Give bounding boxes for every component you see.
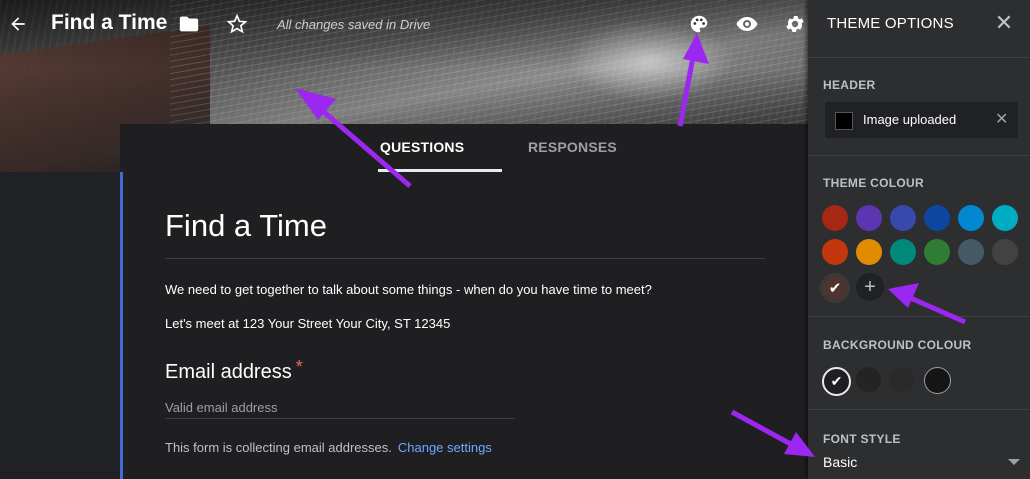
font-style-select[interactable]: Basic xyxy=(823,454,857,470)
panel-divider xyxy=(808,57,1030,58)
theme-colour-swatch[interactable] xyxy=(992,205,1018,231)
star-icon[interactable] xyxy=(223,10,251,38)
image-status-text: Image uploaded xyxy=(863,112,957,127)
panel-header: THEME OPTIONS ✕ xyxy=(808,0,1030,48)
theme-colour-swatch[interactable] xyxy=(890,239,916,265)
theme-colour-swatch[interactable] xyxy=(992,239,1018,265)
form-doc-title[interactable]: Find a Time xyxy=(51,11,167,35)
background-colour-label: BACKGROUND COLOUR xyxy=(823,338,972,352)
email-question-label: Email address * xyxy=(165,357,303,384)
collecting-text: This form is collecting email addresses. xyxy=(165,440,392,455)
theme-colour-swatch[interactable] xyxy=(856,239,882,265)
theme-colour-swatch[interactable] xyxy=(958,205,984,231)
check-icon: ✔ xyxy=(828,280,842,297)
tab-bar: QUESTIONS RESPONSES xyxy=(120,124,808,172)
theme-colour-swatch[interactable] xyxy=(924,205,950,231)
add-custom-colour-button[interactable]: + xyxy=(856,273,884,301)
header-image-chip[interactable]: Image uploaded ✕ xyxy=(825,102,1018,138)
header-section-label: HEADER xyxy=(823,78,876,92)
panel-divider xyxy=(808,316,1030,317)
arrow-back-icon[interactable] xyxy=(4,10,32,38)
form-description-line-1[interactable]: We need to get together to talk about so… xyxy=(165,282,652,297)
collecting-notice: This form is collecting email addresses.… xyxy=(165,440,492,455)
selected-theme-colour-swatch[interactable]: ✔ xyxy=(820,273,850,303)
theme-options-panel: THEME OPTIONS ✕ HEADER Image uploaded ✕ … xyxy=(808,0,1030,479)
close-icon[interactable]: ✕ xyxy=(992,11,1016,35)
image-icon xyxy=(835,112,853,130)
title-divider xyxy=(165,258,765,259)
email-label-text: Email address xyxy=(165,361,292,383)
panel-title: THEME OPTIONS xyxy=(827,15,954,32)
change-settings-link[interactable]: Change settings xyxy=(398,440,492,455)
background-colour-swatch[interactable] xyxy=(890,367,915,392)
eye-icon[interactable] xyxy=(733,10,761,38)
theme-colour-swatch[interactable] xyxy=(958,239,984,265)
background-colour-swatch[interactable] xyxy=(856,367,881,392)
theme-colour-swatch[interactable] xyxy=(822,239,848,265)
background-colour-swatch[interactable] xyxy=(924,367,951,394)
font-style-label: FONT STYLE xyxy=(823,432,901,446)
folder-icon[interactable] xyxy=(175,10,203,38)
theme-colour-swatch[interactable] xyxy=(856,205,882,231)
required-asterisk: * xyxy=(295,357,303,377)
panel-divider xyxy=(808,409,1030,410)
save-status: All changes saved in Drive xyxy=(277,17,431,32)
selected-background-colour-swatch[interactable]: ✔ xyxy=(822,367,851,396)
panel-divider xyxy=(808,155,1030,156)
tab-responses[interactable]: RESPONSES xyxy=(528,124,617,172)
theme-colour-swatch[interactable] xyxy=(890,205,916,231)
form-header-card: Find a Time We need to get together to t… xyxy=(120,172,811,479)
form-title[interactable]: Find a Time xyxy=(165,208,327,244)
palette-icon[interactable] xyxy=(685,10,713,38)
top-toolbar: Find a Time All changes saved in Drive xyxy=(0,0,808,48)
remove-image-icon[interactable]: ✕ xyxy=(995,109,1008,129)
gear-icon[interactable] xyxy=(781,10,809,38)
chevron-down-icon[interactable] xyxy=(1008,459,1020,465)
theme-colour-swatch[interactable] xyxy=(924,239,950,265)
theme-colour-swatch[interactable] xyxy=(822,205,848,231)
tab-questions[interactable]: QUESTIONS xyxy=(380,124,464,172)
check-icon: ✔ xyxy=(830,373,843,389)
email-field[interactable] xyxy=(165,396,515,419)
form-description-line-2[interactable]: Let's meet at 123 Your Street Your City,… xyxy=(165,316,450,331)
theme-colour-label: THEME COLOUR xyxy=(823,176,924,190)
